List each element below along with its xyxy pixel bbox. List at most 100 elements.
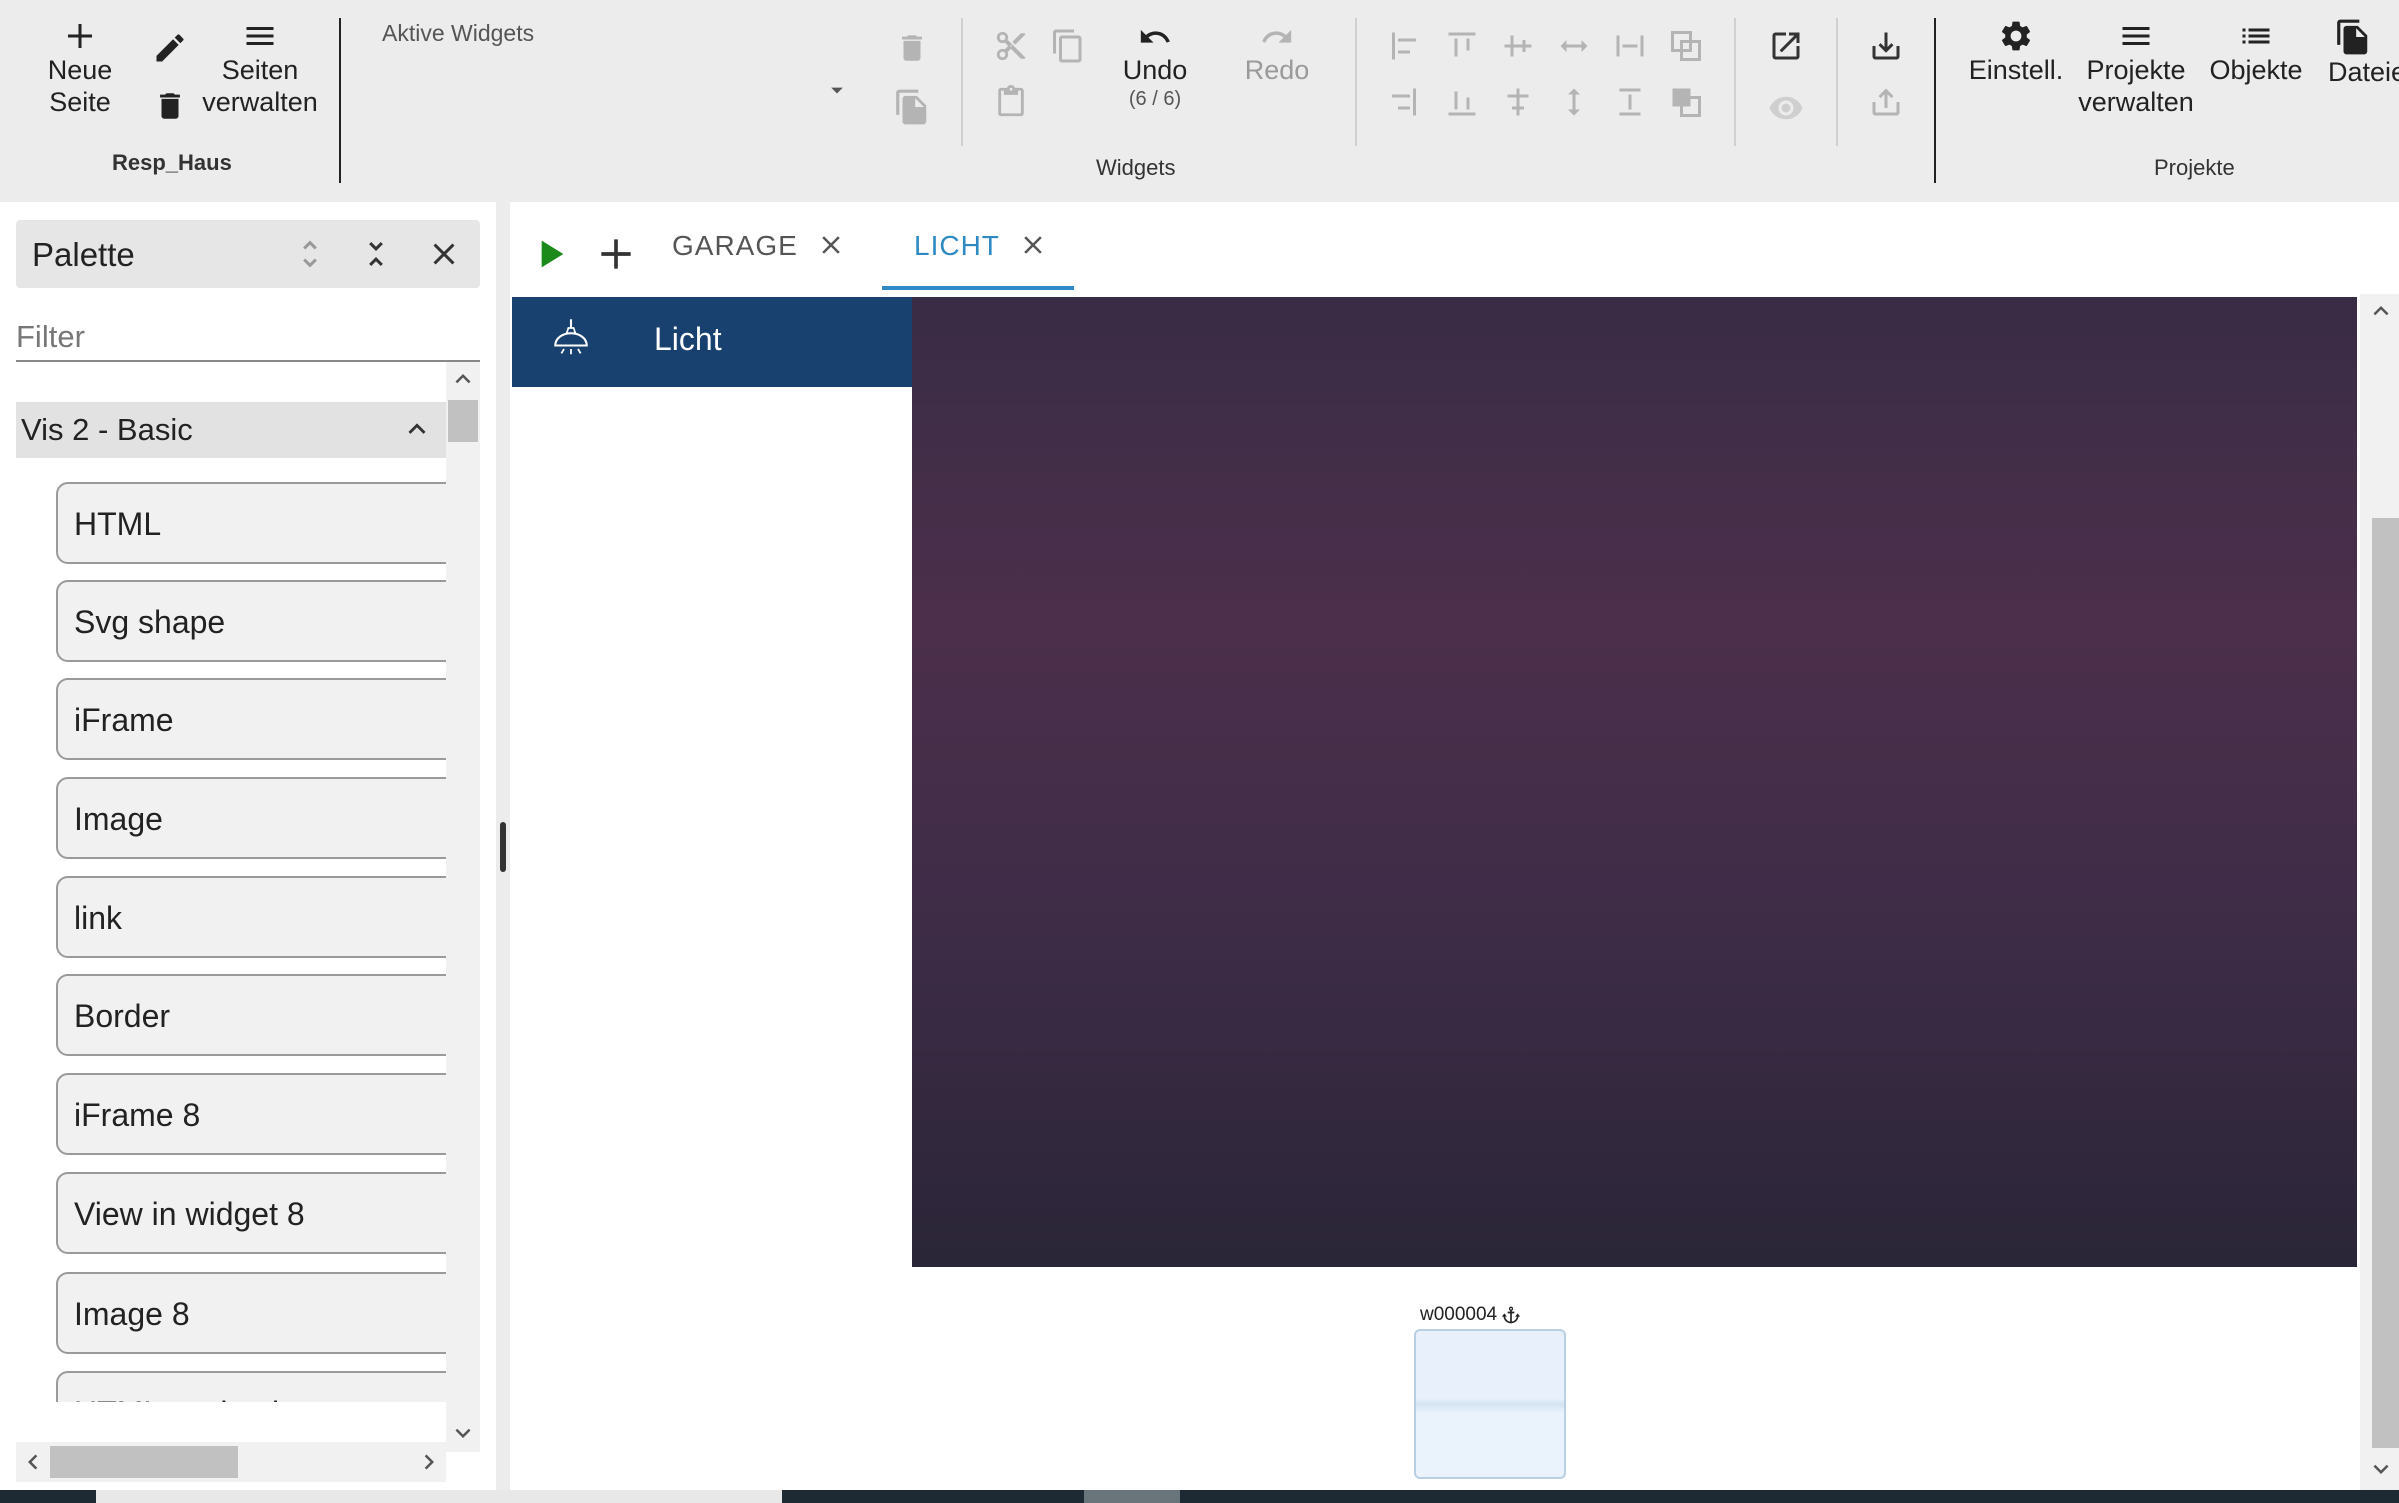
- copy-widget-button[interactable]: [893, 88, 931, 126]
- palette-item[interactable]: iFrame 8: [56, 1073, 446, 1155]
- palette-filter-input[interactable]: [16, 314, 480, 362]
- eye-icon: [1769, 96, 1803, 120]
- panel-resize-divider[interactable]: [496, 202, 510, 1503]
- toolbar-separator: [961, 18, 963, 146]
- send-to-back-button[interactable]: [1668, 84, 1704, 120]
- distribute-horizontal-button[interactable]: [1556, 28, 1592, 64]
- navigation-bar[interactable]: Licht: [512, 297, 912, 387]
- arrows-vertical-icon: [1568, 88, 1580, 116]
- align-vcenter-button[interactable]: [1500, 28, 1536, 64]
- view-canvas[interactable]: Licht w000004: [510, 294, 2360, 1494]
- delete-widget-button[interactable]: [895, 30, 929, 66]
- files-button[interactable]: Dateie: [2328, 18, 2399, 88]
- palette-item[interactable]: link: [56, 876, 446, 958]
- palette-item[interactable]: Border: [56, 974, 446, 1056]
- cut-button[interactable]: [994, 28, 1028, 64]
- settings-button[interactable]: Einstell.: [1964, 18, 2068, 86]
- plus-icon: [68, 24, 92, 48]
- edit-page-button[interactable]: [152, 30, 188, 66]
- palette-category-header[interactable]: Vis 2 - Basic: [16, 402, 446, 458]
- add-view-button[interactable]: [594, 232, 638, 276]
- play-icon: [541, 240, 564, 268]
- palette-item-label: HTML: [74, 506, 162, 542]
- objects-button[interactable]: Objekte: [2204, 18, 2308, 86]
- new-page-line2: Seite: [49, 87, 111, 117]
- close-palette-button[interactable]: [426, 236, 462, 272]
- unfold-more-icon: [303, 240, 317, 268]
- widget-id-label: w000004: [1420, 1304, 1521, 1326]
- align-bottom-button[interactable]: [1444, 84, 1480, 120]
- close-icon[interactable]: [816, 230, 846, 260]
- import-button[interactable]: [1868, 28, 1904, 64]
- close-icon[interactable]: [1018, 230, 1048, 260]
- palette-scroll-thumb[interactable]: [448, 400, 478, 442]
- arrows-horizontal-icon: [1560, 40, 1588, 52]
- resize-handle[interactable]: [500, 822, 506, 872]
- editor-vertical-scrollbar[interactable]: [2360, 294, 2399, 1494]
- align-right-button[interactable]: [1386, 84, 1422, 120]
- bottom-status-strip: [0, 1490, 2399, 1503]
- manage-projects-button[interactable]: Projekte verwalten: [2072, 18, 2200, 118]
- palette-item-label: Svg shape: [74, 604, 226, 640]
- collapse-all-button[interactable]: [358, 234, 394, 274]
- scroll-down-arrow-icon: [455, 1428, 471, 1438]
- palette-item[interactable]: HTML navigation: [56, 1371, 446, 1402]
- undo-button[interactable]: Undo (6 / 6): [1110, 20, 1200, 112]
- same-width-button[interactable]: [1612, 28, 1648, 64]
- tab-licht[interactable]: LICHT: [882, 224, 1074, 290]
- open-view-button[interactable]: [1768, 28, 1804, 64]
- view-background-widget[interactable]: [912, 297, 2357, 1267]
- export-button[interactable]: [1868, 84, 1904, 120]
- run-button[interactable]: [530, 232, 570, 276]
- chevron-up-icon: [408, 423, 426, 434]
- same-height-button[interactable]: [1612, 84, 1648, 120]
- copy-icon: [1053, 29, 1082, 63]
- bottom-scroll-segment: [1084, 1490, 1180, 1503]
- distribute-vertical-button[interactable]: [1556, 84, 1592, 120]
- widget-w000004[interactable]: [1414, 1329, 1566, 1479]
- objects-label: Objekte: [2209, 55, 2303, 85]
- manage-projects-line1: Projekte: [2086, 55, 2186, 85]
- palette-item[interactable]: HTML: [56, 482, 446, 564]
- palette-item-label: View in widget 8: [74, 1196, 305, 1232]
- dropdown-arrow-icon: [831, 87, 843, 94]
- toolbar: Neue Seite Seiten verwalten Resp_Haus Ak…: [0, 0, 2399, 202]
- active-widgets-dropdown[interactable]: [820, 76, 854, 104]
- files-icon: [2337, 19, 2368, 55]
- editor-area: GARAGE LICHT Licht w000004: [510, 202, 2399, 1503]
- palette-item[interactable]: Image 8: [56, 1272, 446, 1354]
- widgets-group-label: Widgets: [1096, 155, 1176, 180]
- new-page-button[interactable]: Neue Seite: [30, 18, 130, 118]
- palette-hscroll-thumb[interactable]: [50, 1446, 238, 1478]
- preview-button[interactable]: [1768, 90, 1804, 126]
- copy-button[interactable]: [1050, 28, 1086, 64]
- paste-button[interactable]: [994, 84, 1028, 120]
- toolbar-separator: [1734, 18, 1736, 146]
- editor-scroll-thumb[interactable]: [2372, 518, 2399, 1448]
- align-top-button[interactable]: [1444, 28, 1480, 64]
- active-widgets-label: Aktive Widgets: [382, 20, 535, 46]
- manage-pages-button[interactable]: Seiten verwalten: [198, 18, 322, 118]
- width-icon: [1616, 35, 1644, 57]
- tab-garage[interactable]: GARAGE: [672, 224, 846, 290]
- palette-item[interactable]: Svg shape: [56, 580, 446, 662]
- height-icon: [1619, 88, 1641, 116]
- bring-to-front-button[interactable]: [1668, 28, 1704, 64]
- expand-all-button[interactable]: [292, 234, 328, 274]
- palette-horizontal-scrollbar[interactable]: [16, 1442, 446, 1482]
- palette-item[interactable]: Image: [56, 777, 446, 859]
- layers-front-icon: [1671, 31, 1701, 61]
- menu-icon: [2122, 27, 2150, 45]
- files-label: Dateie: [2328, 57, 2399, 87]
- palette-header: Palette: [16, 220, 480, 288]
- palette-item[interactable]: iFrame: [56, 678, 446, 760]
- align-left-button[interactable]: [1386, 28, 1422, 64]
- palette-item[interactable]: View in widget 8: [56, 1172, 446, 1254]
- redo-label: Redo: [1244, 55, 1310, 85]
- redo-button[interactable]: Redo: [1232, 20, 1322, 86]
- align-hcenter-button[interactable]: [1500, 84, 1536, 120]
- palette-category-label: Vis 2 - Basic: [21, 412, 193, 447]
- delete-page-button[interactable]: [153, 88, 187, 124]
- redo-icon: [1262, 29, 1292, 43]
- palette-vertical-scrollbar[interactable]: [446, 362, 480, 1452]
